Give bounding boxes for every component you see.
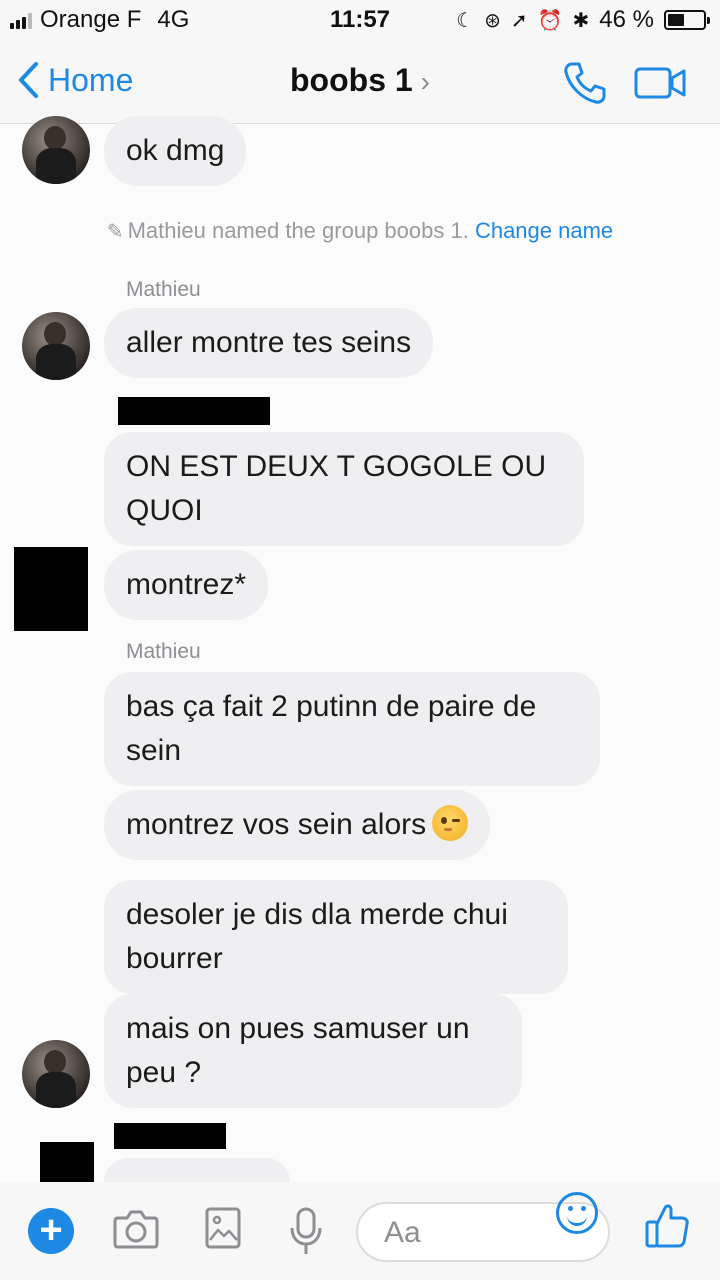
message-bubble[interactable]: mais on pues samuser un peu ?	[104, 994, 522, 1108]
message-bubble[interactable]: ON EST DEUX T GOGOLE OU QUOI	[104, 432, 584, 546]
message-text: montrez vos sein alors	[126, 808, 427, 841]
moon-icon: ☾	[456, 9, 475, 32]
change-name-link[interactable]: Change name	[475, 218, 613, 243]
redacted-avatar	[40, 1142, 94, 1182]
back-label: Home	[48, 61, 134, 98]
chevron-right-icon: ›	[420, 66, 430, 97]
conversation-title-button[interactable]: boobs 1 ›	[290, 62, 430, 98]
battery-percent: 46 %	[599, 6, 654, 33]
redacted-sender-name	[118, 397, 270, 425]
avatar[interactable]	[22, 312, 90, 380]
camera-icon[interactable]	[112, 1206, 160, 1252]
thumbs-up-icon[interactable]	[644, 1200, 690, 1250]
system-message-text: Mathieu named the group boobs 1.	[127, 218, 469, 243]
pencil-icon: ✎	[106, 221, 124, 243]
microphone-icon[interactable]	[288, 1206, 324, 1258]
redacted-avatar	[14, 547, 88, 631]
back-button[interactable]: Home	[16, 60, 133, 100]
video-camera-icon[interactable]	[634, 64, 688, 102]
avatar[interactable]	[22, 1040, 90, 1108]
plus-icon[interactable]: +	[28, 1208, 74, 1254]
message-bubble-partial[interactable]	[104, 1158, 290, 1182]
emoji-icon[interactable]	[556, 1192, 598, 1234]
avatar[interactable]	[22, 116, 90, 184]
status-right: ☾ ⊛ ➚ ⏰ ✱ 46 %	[456, 6, 710, 34]
status-bar: Orange F 4G 11:57 ☾ ⊛ ➚ ⏰ ✱ 46 %	[0, 0, 720, 42]
message-bubble[interactable]: ok dmg	[104, 116, 247, 186]
message-bubble[interactable]: montrez vos sein alors	[104, 790, 491, 860]
redacted-sender-name	[114, 1123, 226, 1149]
winking-face-emoji-icon	[432, 805, 469, 842]
location-icon: ➚	[510, 9, 528, 32]
battery-level	[668, 14, 684, 26]
message-bubble[interactable]: desoler je dis dla merde chui bourrer	[104, 880, 568, 994]
lock-rotation-icon: ⊛	[484, 9, 501, 32]
message-bubble[interactable]: aller montre tes seins	[104, 308, 434, 378]
conversation-name: boobs 1	[290, 62, 413, 98]
message-input-placeholder: Aa	[384, 1216, 421, 1249]
bluetooth-icon: ✱	[572, 9, 590, 32]
phone-icon[interactable]	[562, 60, 608, 106]
system-message: ✎ Mathieu named the group boobs 1. Change…	[0, 218, 720, 244]
composer-bar: + Aa	[0, 1182, 720, 1280]
sender-name: Mathieu	[126, 640, 201, 663]
image-icon[interactable]	[204, 1206, 242, 1252]
message-bubble[interactable]: montrez*	[104, 550, 269, 620]
alarm-icon: ⏰	[537, 9, 563, 32]
sender-name: Mathieu	[126, 278, 201, 301]
navigation-bar: Home boobs 1 ›	[0, 42, 720, 124]
message-bubble[interactable]: bas ça fait 2 putinn de paire de sein	[104, 672, 600, 786]
battery-icon	[664, 10, 710, 30]
back-chevron-icon	[19, 62, 38, 98]
